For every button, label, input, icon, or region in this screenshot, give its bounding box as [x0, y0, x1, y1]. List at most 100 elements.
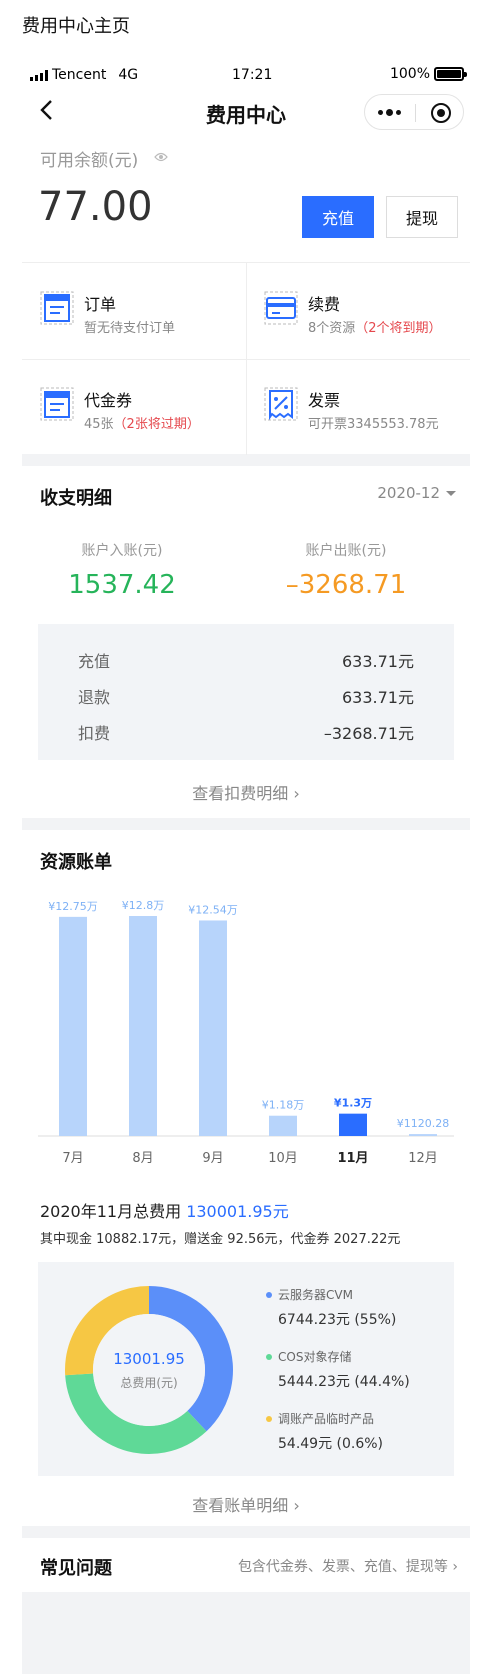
x-tick-label: 8月	[132, 1151, 153, 1166]
monthly-bar-chart: ¥12.75万 7月 ¥12.8万 8月 ¥12.54万 9月 ¥1.18万 10月 ¥1.3万…	[38, 899, 454, 1166]
bar-10月[interactable]	[269, 1115, 297, 1136]
total-prefix: 2020年11月总费用	[40, 1202, 182, 1221]
total-breakdown: 其中现金 10882.17元，赠送金 92.56元，代金券 2027.22元	[40, 1232, 401, 1247]
donut-panel: 13001.95 总费用(元) 云服务器CVM 6744.23元 (55%) C…	[38, 1262, 454, 1476]
resource-bill-card: 资源账单 ¥12.75万 7月 ¥12.8万 8月 ¥12.54万 9月 ¥1.18万 10月…	[22, 830, 470, 1526]
breakdown-row: 充值 633.71元	[78, 648, 414, 672]
legend-value: 5444.23元 (44.4%)	[278, 1374, 410, 1390]
entry-desc: 8个资源（2个将到期）	[308, 317, 442, 336]
faq-desc-text: 包含代金券、发票、充值、提现等	[237, 1559, 448, 1575]
more-dots-icon[interactable]	[378, 109, 401, 116]
view-deduction-link[interactable]: 查看扣费明细 ›	[22, 780, 470, 804]
balance-card: 可用余额(元) 77.00 充值 提现	[22, 134, 470, 262]
breakdown-row: 扣费 –3268.71元	[78, 720, 414, 744]
entry-renew[interactable]: 续费 8个资源（2个将到期）	[246, 263, 470, 359]
faq-title: 常见问题	[40, 1558, 112, 1579]
entry-vouchers[interactable]: 代金券 45张（2张将过期）	[22, 359, 246, 455]
faq-card[interactable]: 常见问题 包含代金券、发票、充值、提现等 ›	[22, 1538, 470, 1592]
entry-desc-text: 8个资源	[308, 321, 356, 336]
recharge-button[interactable]: 充值	[302, 196, 374, 238]
income-value: 1537.42	[68, 570, 176, 600]
donut-center-value: 13001.95	[113, 1350, 185, 1368]
signal-icon	[30, 69, 48, 81]
invoice-icon	[264, 387, 298, 421]
link-text: 查看扣费明细	[192, 784, 289, 803]
x-tick-label: 11月	[337, 1151, 368, 1166]
order-icon	[40, 291, 74, 325]
voucher-icon	[40, 387, 74, 421]
page-title: 费用中心主页	[22, 16, 130, 37]
donut-center-label: 总费用(元)	[120, 1376, 178, 1390]
row-label: 充值	[78, 652, 111, 671]
entry-desc-text: 暂无待支付订单	[84, 321, 176, 336]
legend-item: COS对象存储 5444.23元 (44.4%)	[266, 1348, 410, 1391]
bar-value-label: ¥12.8万	[122, 899, 165, 912]
mini-program-capsule	[364, 94, 464, 130]
donut-hole	[93, 1314, 205, 1426]
month-total: 2020年11月总费用 130001.95元	[40, 1198, 289, 1222]
month-selector[interactable]: 2020-12	[377, 484, 456, 502]
entry-title: 发票	[308, 391, 341, 410]
expense-label: 账户出账(元)	[305, 543, 387, 559]
chevron-right-icon: ›	[447, 1559, 458, 1575]
legend-value: 54.49元 (0.6%)	[278, 1436, 384, 1452]
row-value: 633.71元	[342, 652, 414, 671]
entry-desc: 暂无待支付订单	[84, 317, 175, 336]
entry-orders[interactable]: 订单 暂无待支付订单	[22, 263, 246, 359]
cost-donut-chart	[65, 1286, 234, 1454]
legend-name: 调账产品临时产品	[278, 1412, 375, 1426]
legend-dot	[266, 1353, 272, 1360]
legend-dot	[266, 1415, 272, 1422]
balance-label: 可用余额(元)	[40, 151, 139, 171]
entry-desc-text: 45张	[84, 417, 114, 432]
legend-item: 调账产品临时产品 54.49元 (0.6%)	[266, 1410, 383, 1453]
battery-info: 100%	[390, 66, 467, 82]
section-title: 收支明细	[40, 488, 112, 509]
withdraw-button[interactable]: 提现	[386, 196, 458, 238]
carrier-name: Tencent	[52, 67, 107, 83]
nav-bar: 费用中心	[22, 88, 470, 134]
eye-icon[interactable]	[154, 152, 168, 162]
bar-value-label: ¥1.18万	[262, 1099, 305, 1112]
bar-11月[interactable]	[339, 1113, 367, 1136]
bar-value-label: ¥1120.28	[397, 1117, 450, 1130]
view-bill-link[interactable]: 查看账单明细 ›	[22, 1492, 470, 1516]
status-time: 17:21	[232, 67, 273, 83]
status-bar: Tencent 4G 17:21 100%	[22, 62, 470, 88]
battery-icon	[434, 67, 467, 81]
phone-frame: Tencent 4G 17:21 100% 费用中心 可用余额(元) 77.00…	[22, 62, 470, 1674]
legend-name: 云服务器CVM	[278, 1288, 353, 1302]
bar-9月[interactable]	[199, 920, 227, 1136]
x-tick-label: 10月	[268, 1151, 298, 1166]
x-tick-label: 9月	[202, 1151, 223, 1166]
row-label: 扣费	[78, 724, 111, 743]
bar-value-label: ¥12.75万	[48, 900, 98, 913]
x-tick-label: 12月	[408, 1151, 438, 1166]
legend-value: 6744.23元 (55%)	[278, 1312, 397, 1328]
expense-value: –3268.71	[285, 570, 407, 600]
network-type: 4G	[118, 67, 139, 83]
carrier-info: Tencent 4G	[30, 67, 138, 83]
close-target-icon[interactable]	[431, 103, 451, 123]
total-value: 130001.95元	[186, 1202, 289, 1221]
bar-value-label: ¥12.54万	[188, 903, 238, 916]
capsule-divider	[415, 104, 416, 122]
entry-title: 代金券	[84, 391, 133, 410]
entry-title: 续费	[308, 295, 341, 314]
entry-desc: 可开票3345553.78元	[308, 413, 439, 432]
chevron-right-icon: ›	[288, 784, 300, 803]
entry-title: 订单	[84, 295, 117, 314]
bar-7月[interactable]	[59, 916, 87, 1136]
chevron-right-icon: ›	[288, 1496, 300, 1515]
entry-invoice[interactable]: 发票 可开票3345553.78元	[246, 359, 470, 455]
x-tick-label: 7月	[62, 1151, 83, 1166]
bar-8月[interactable]	[129, 916, 157, 1136]
row-value: –3268.71元	[323, 724, 414, 743]
entry-warning: （2张将过期）	[113, 417, 200, 432]
breakdown-panel: 充值 633.71元 退款 633.71元 扣费 –3268.71元	[38, 624, 454, 760]
section-title: 资源账单	[40, 852, 112, 873]
bar-12月[interactable]	[409, 1134, 437, 1136]
balance-amount: 77.00	[38, 184, 153, 230]
income-expense-card: 收支明细 2020-12 账户入账(元) 1537.42 账户出账(元) –32…	[22, 466, 470, 818]
legend-name: COS对象存储	[278, 1350, 352, 1364]
